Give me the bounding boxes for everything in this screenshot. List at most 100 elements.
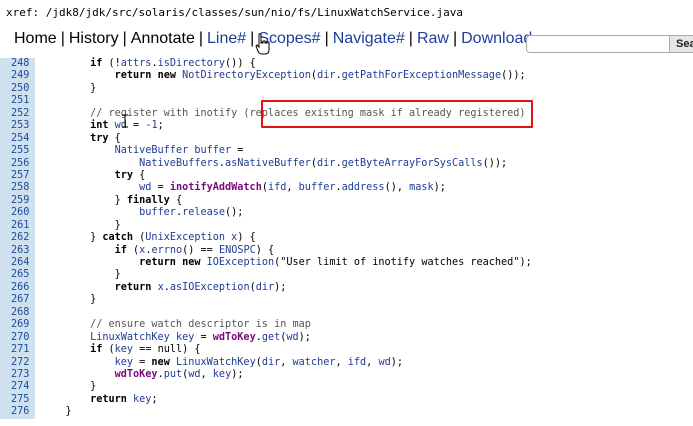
nav-separator: | <box>452 30 458 47</box>
code-line: 256 NativeBuffers.asNativeBuffer(dir.get… <box>0 157 693 170</box>
search-button[interactable]: Sea <box>669 35 693 53</box>
line-number-link[interactable]: 276 <box>0 406 35 419</box>
line-number-text: 276 <box>11 406 30 418</box>
code-text: NativeBuffers.asNativeBuffer(dir.getByte… <box>139 157 508 169</box>
line-number-text: 254 <box>11 132 30 144</box>
line-number-link[interactable]: 271 <box>0 344 35 357</box>
line-number-link[interactable]: 253 <box>0 120 35 133</box>
line-number-link[interactable]: 260 <box>0 207 35 220</box>
line-number-text: 255 <box>11 145 30 157</box>
code-line: 273 wdToKey.put(wd, key); <box>0 368 693 382</box>
code-line: 274 } <box>0 381 693 394</box>
line-number-link[interactable]: 263 <box>0 244 35 257</box>
code-text: LinuxWatchKey key = wdToKey.get(wd); <box>90 331 311 343</box>
code-text: key = new LinuxWatchKey(dir, watcher, if… <box>114 356 403 368</box>
code-text: } <box>41 406 72 418</box>
code-line: 269 // ensure watch descriptor is in map <box>0 319 693 332</box>
line-number-link[interactable]: 267 <box>0 294 35 307</box>
code-line: 248 if (!attrs.isDirectory()) { <box>0 58 693 71</box>
code-text: return x.asIOException(dir); <box>114 281 287 293</box>
line-number-link[interactable]: 272 <box>0 356 35 369</box>
line-number-text: 262 <box>11 232 30 244</box>
xref-path-link[interactable]: /jdk8/jdk/src/solaris/classes/sun/nio/fs… <box>46 6 463 19</box>
line-number-link[interactable]: 259 <box>0 194 35 208</box>
code-line: 268 <box>0 306 693 320</box>
line-number-text: 256 <box>11 157 30 169</box>
nav-separator: | <box>122 30 127 47</box>
code-text: try { <box>114 169 146 181</box>
line-number-link[interactable]: 268 <box>0 306 35 320</box>
line-number-text: 251 <box>11 95 30 107</box>
line-number-text: 263 <box>11 244 30 256</box>
line-number-text: 253 <box>11 120 30 132</box>
line-number-link[interactable]: 257 <box>0 169 35 183</box>
line-number-text: 270 <box>11 331 30 343</box>
nav-navigate-link[interactable]: Navigate# <box>333 30 405 47</box>
line-number-text: 275 <box>11 393 30 405</box>
code-line: 263 if (x.errno() == ENOSPC) { <box>0 244 693 257</box>
line-number-text: 248 <box>11 58 30 69</box>
code-text: return new NotDirectoryException(dir.get… <box>114 70 526 82</box>
nav-line-numbers-link[interactable]: Line# <box>207 30 246 47</box>
code-text: } <box>41 381 97 393</box>
code-line: 270 LinuxWatchKey key = wdToKey.get(wd); <box>0 331 693 345</box>
line-number-link[interactable]: 256 <box>0 157 35 170</box>
line-number-link[interactable]: 249 <box>0 70 35 83</box>
code-text: wd = inotifyAddWatch(ifd, buffer.address… <box>139 182 446 194</box>
line-number-link[interactable]: 270 <box>0 331 35 345</box>
line-number-link[interactable]: 255 <box>0 145 35 158</box>
line-number-link[interactable]: 269 <box>0 319 35 332</box>
code-text: } <box>41 294 97 306</box>
code-line: 260 buffer.release(); <box>0 207 693 220</box>
nav-separator: | <box>408 30 413 47</box>
line-number-link[interactable]: 266 <box>0 281 35 295</box>
code-text: } <box>41 269 121 281</box>
code-line: 259 } finally { <box>0 194 693 208</box>
line-number-link[interactable]: 248 <box>0 58 35 71</box>
line-number-text: 252 <box>11 107 30 119</box>
line-number-link[interactable]: 274 <box>0 381 35 394</box>
nav-raw-link[interactable]: Raw <box>417 30 449 47</box>
line-number-link[interactable]: 250 <box>0 82 35 96</box>
code-line: 262 } catch (UnixException x) { <box>0 232 693 245</box>
code-line: 267 } <box>0 294 693 307</box>
nav-download-link[interactable]: Download <box>461 30 532 47</box>
code-line: 258 wd = inotifyAddWatch(ifd, buffer.add… <box>0 182 693 195</box>
red-highlight-box <box>261 100 533 128</box>
code-line: 249 return new NotDirectoryException(dir… <box>0 70 693 83</box>
code-line: 266 return x.asIOException(dir); <box>0 281 693 295</box>
line-number-text: 250 <box>11 82 30 94</box>
code-line: 272 key = new LinuxWatchKey(dir, watcher… <box>0 356 693 369</box>
code-line: 265 } <box>0 269 693 282</box>
code-text: } catch (UnixException x) { <box>41 232 256 244</box>
code-text: NativeBuffer buffer = <box>114 145 244 157</box>
code-text: if (!attrs.isDirectory()) { <box>90 58 256 69</box>
code-line: 271 if (key == null) { <box>0 344 693 357</box>
code-text: int wd = -1; <box>90 120 164 132</box>
nav-annotate-link[interactable]: Annotate <box>131 30 195 47</box>
line-number-text: 261 <box>11 219 30 231</box>
code-text: } <box>41 219 121 231</box>
line-number-link[interactable]: 252 <box>0 107 35 121</box>
line-number-link[interactable]: 258 <box>0 182 35 195</box>
line-number-text: 271 <box>11 344 30 356</box>
line-number-link[interactable]: 264 <box>0 257 35 270</box>
nav-separator: | <box>198 30 203 47</box>
line-number-link[interactable]: 261 <box>0 219 35 233</box>
code-line: 275 return key; <box>0 393 693 407</box>
nav-history-link[interactable]: History <box>69 30 119 47</box>
code-line: 276 } <box>0 406 693 419</box>
line-number-link[interactable]: 262 <box>0 232 35 245</box>
code-text: return new IOException("User limit of in… <box>139 257 532 268</box>
line-number-text: 274 <box>11 381 30 393</box>
code-text: } <box>41 82 97 94</box>
code-text: if (key == null) { <box>90 344 201 356</box>
search-input[interactable] <box>526 35 674 53</box>
nav-home-link[interactable]: Home <box>14 30 57 47</box>
line-number-link[interactable]: 275 <box>0 393 35 407</box>
line-number-link[interactable]: 265 <box>0 269 35 282</box>
line-number-link[interactable]: 251 <box>0 95 35 108</box>
line-number-link[interactable]: 254 <box>0 132 35 146</box>
line-number-link[interactable]: 273 <box>0 368 35 382</box>
code-line: 255 NativeBuffer buffer = <box>0 145 693 158</box>
